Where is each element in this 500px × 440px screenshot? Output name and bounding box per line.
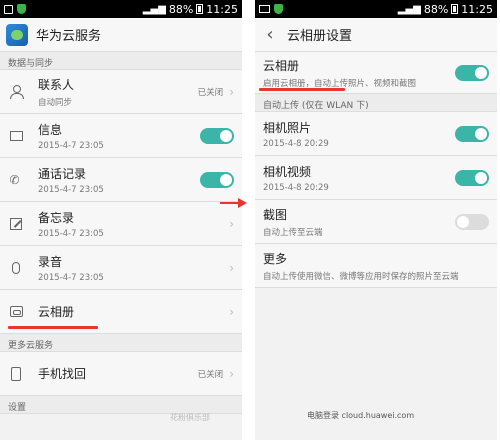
page-title: 云相册设置 <box>287 29 353 44</box>
page-header: ‹ 云相册设置 <box>255 18 497 52</box>
notification-icon <box>4 4 13 14</box>
watermark: 花粉俱乐部 <box>170 413 210 422</box>
row-cloud-album-setting[interactable]: 云相册 启用云相册，自动上传照片、视频和截图 <box>255 52 497 94</box>
battery-icon <box>451 4 459 14</box>
contacts-status: 已关闭 <box>197 87 224 98</box>
messages-label: 信息 <box>38 122 63 137</box>
row-messages[interactable]: 信息 2015-4-7 23:05 <box>0 114 242 158</box>
row-more[interactable]: 更多 自动上传使用微信、微博等应用时保存的照片至云端 <box>255 244 497 288</box>
section-sync: 数据与同步 <box>0 52 242 70</box>
chevron-right-icon: › <box>229 304 234 319</box>
memo-label: 备忘录 <box>38 210 75 225</box>
screenshots-sub: 自动上传至云端 <box>263 227 323 238</box>
chevron-right-icon: › <box>229 84 234 99</box>
picture-notification-icon <box>259 5 270 13</box>
signal-icon: ▂▄▆ <box>142 3 166 15</box>
arrow-right-icon <box>220 198 247 208</box>
cloud-album-toggle[interactable] <box>455 64 489 81</box>
find-phone-status: 已关闭 <box>197 369 224 380</box>
row-contacts[interactable]: 联系人 自动同步 已关闭 › <box>0 70 242 114</box>
phone-icon: ✆ <box>9 173 20 187</box>
contacts-icon <box>10 85 24 99</box>
section-more-cloud: 更多云服务 <box>0 334 242 352</box>
message-icon <box>9 130 23 141</box>
row-screenshots[interactable]: 截图 自动上传至云端 <box>255 200 497 244</box>
memo-icon <box>10 217 22 230</box>
camera-photos-toggle[interactable] <box>455 125 489 142</box>
messages-sub: 2015-4-7 23:05 <box>38 140 104 151</box>
row-call-log[interactable]: ✆ 通话记录 2015-4-7 23:05 <box>0 158 242 202</box>
cloud-album-label: 云相册 <box>38 305 75 319</box>
row-recording[interactable]: 录音 2015-4-7 23:05 › <box>0 246 242 290</box>
screenshots-toggle[interactable] <box>455 213 489 230</box>
footer-login-text: 电脑登录 cloud.huawei.com <box>307 411 415 420</box>
call-log-toggle[interactable] <box>200 171 234 188</box>
back-arrow-icon[interactable]: ‹ <box>261 24 279 45</box>
cloud-album-icon <box>9 306 23 317</box>
status-bar: ▂▄▆ 88% 11:25 <box>255 0 497 18</box>
more-label: 更多 <box>263 251 288 266</box>
battery-percent: 88% <box>423 2 449 16</box>
huawei-cloud-logo-icon <box>6 23 28 46</box>
chevron-right-icon: › <box>229 216 234 231</box>
right-screen: ▂▄▆ 88% 11:25 ‹ 云相册设置 云相册 启用云相册，自动上传照片、视… <box>255 0 497 440</box>
row-camera-videos[interactable]: 相机视频 2015-4-8 20:29 <box>255 156 497 200</box>
recording-label: 录音 <box>38 254 63 269</box>
security-shield-icon <box>274 4 283 14</box>
battery-icon <box>196 4 204 14</box>
call-log-sub: 2015-4-7 23:05 <box>38 184 104 195</box>
contacts-sub: 自动同步 <box>38 97 73 108</box>
camera-photos-sub: 2015-4-8 20:29 <box>263 138 329 149</box>
recording-sub: 2015-4-7 23:05 <box>38 272 104 283</box>
camera-videos-label: 相机视频 <box>263 164 312 179</box>
row-memo[interactable]: 备忘录 2015-4-7 23:05 › <box>0 202 242 246</box>
cloud-album-setting-sub: 启用云相册，自动上传照片、视频和截图 <box>263 78 417 89</box>
battery-percent: 88% <box>168 2 194 16</box>
app-header: 华为云服务 <box>0 18 242 52</box>
camera-videos-toggle[interactable] <box>455 169 489 186</box>
cloud-album-setting-label: 云相册 <box>263 58 300 73</box>
call-log-label: 通话记录 <box>38 166 87 181</box>
row-camera-photos[interactable]: 相机照片 2015-4-8 20:29 <box>255 112 497 156</box>
find-phone-label: 手机找回 <box>38 367 87 381</box>
left-screen: ▂▄▆ 88% 11:25 华为云服务 数据与同步 联系人 自动同步 已关闭 ›… <box>0 0 242 440</box>
camera-photos-label: 相机照片 <box>263 120 312 135</box>
clock: 11:25 <box>461 2 493 16</box>
highlight-underline <box>8 326 98 329</box>
contacts-label: 联系人 <box>38 77 75 92</box>
status-bar: ▂▄▆ 88% 11:25 <box>0 0 242 18</box>
section-auto-upload: 自动上传 (仅在 WLAN 下) <box>255 94 497 112</box>
app-title: 华为云服务 <box>36 29 102 44</box>
memo-sub: 2015-4-7 23:05 <box>38 228 104 239</box>
highlight-underline <box>259 88 345 91</box>
row-cloud-album[interactable]: 云相册 › <box>0 290 242 334</box>
clock: 11:25 <box>206 2 238 16</box>
row-find-phone[interactable]: 手机找回 已关闭 › <box>0 352 242 396</box>
find-phone-icon <box>11 366 21 381</box>
chevron-right-icon: › <box>229 260 234 275</box>
chevron-right-icon: › <box>229 366 234 381</box>
camera-videos-sub: 2015-4-8 20:29 <box>263 182 329 193</box>
more-sub: 自动上传使用微信、微博等应用时保存的照片至云端 <box>263 271 459 282</box>
microphone-icon <box>12 261 20 274</box>
signal-icon: ▂▄▆ <box>397 3 421 15</box>
messages-toggle[interactable] <box>200 127 234 144</box>
security-shield-icon <box>17 4 26 14</box>
screenshots-label: 截图 <box>263 207 288 222</box>
